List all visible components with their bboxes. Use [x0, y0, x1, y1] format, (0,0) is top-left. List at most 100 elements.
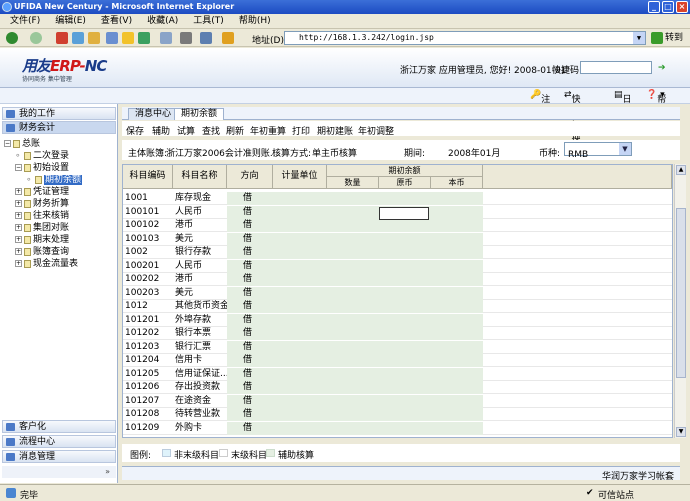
mail-icon[interactable]: [160, 32, 172, 44]
nav-message-management[interactable]: 消息管理: [2, 450, 116, 463]
address-input[interactable]: http://168.1.3.242/login.jsp ▼: [284, 31, 646, 45]
print-button[interactable]: 打印: [292, 124, 310, 137]
stop-icon[interactable]: [56, 32, 68, 44]
auxiliary-button[interactable]: 辅助: [152, 124, 170, 137]
expand-icon[interactable]: +: [15, 200, 22, 207]
collapse-icon[interactable]: −: [15, 164, 22, 171]
menu-help[interactable]: 帮助(H): [229, 14, 276, 29]
table-row[interactable]: 101208 待转营业款 借: [123, 408, 672, 421]
tree-item[interactable]: + 集团对账: [15, 222, 69, 234]
scroll-down-icon[interactable]: ▼: [676, 427, 686, 437]
go-button[interactable]: 转到: [651, 32, 683, 44]
tree-item[interactable]: + 往来核销: [15, 210, 69, 222]
table-row[interactable]: 100103 美元 借: [123, 232, 672, 246]
menu-edit[interactable]: 编辑(E): [45, 14, 91, 29]
header-direction[interactable]: 方向: [227, 165, 273, 189]
minimize-button[interactable]: _: [648, 1, 660, 13]
find-button[interactable]: 查找: [202, 124, 220, 137]
header-code[interactable]: 科目编码: [123, 165, 173, 189]
forward-icon[interactable]: [30, 32, 42, 44]
tree-item[interactable]: − 初始设置: [15, 162, 69, 174]
year-start-recalc-button[interactable]: 年初重算: [250, 124, 286, 137]
expand-icon[interactable]: +: [15, 248, 22, 255]
log-link[interactable]: ▤日志: [614, 90, 632, 118]
back-icon[interactable]: [6, 32, 18, 44]
grid-vertical-scrollbar[interactable]: ▲ ▼: [674, 164, 686, 438]
tab-opening-balance[interactable]: 期初余额: [174, 108, 225, 120]
active-edit-cell[interactable]: [379, 207, 429, 220]
table-row[interactable]: 101205 信用证保证... 借: [123, 367, 672, 381]
tree-item[interactable]: + 现金流量表: [15, 258, 78, 270]
header-quantity[interactable]: 数量: [327, 177, 379, 189]
menu-favorites[interactable]: 收藏(A): [137, 14, 183, 29]
currency-select[interactable]: RMB ▼: [564, 142, 632, 160]
tree-item[interactable]: − 总账: [4, 138, 40, 150]
table-row[interactable]: 101201 外埠存款 借: [123, 313, 672, 327]
help-link[interactable]: ❓帮助 ▾: [646, 90, 666, 118]
tree-item[interactable]: + 账簿查询: [15, 246, 69, 258]
table-row[interactable]: 100102 港币 借: [123, 219, 672, 232]
address-dropdown-icon[interactable]: ▼: [633, 32, 645, 44]
header-name[interactable]: 科目名称: [173, 165, 227, 189]
year-start-adjust-button[interactable]: 年初调整: [358, 124, 394, 137]
currency-dropdown-icon[interactable]: ▼: [619, 143, 631, 155]
table-row[interactable]: 1002 银行存款 借: [123, 246, 672, 259]
tree-item[interactable]: ∘ 二次登录: [15, 150, 69, 162]
nav-my-work[interactable]: 我的工作: [2, 107, 116, 120]
scroll-up-icon[interactable]: ▲: [676, 165, 686, 175]
menu-view[interactable]: 查看(V): [91, 14, 137, 29]
print-icon[interactable]: [180, 32, 192, 44]
tree-item[interactable]: + 凭证管理: [15, 186, 69, 198]
nav-process-center[interactable]: 流程中心: [2, 435, 116, 448]
tab-message-center[interactable]: 消息中心: [128, 108, 179, 120]
table-row[interactable]: 100201 人民币 借: [123, 259, 672, 273]
table-row[interactable]: 101204 信用卡 借: [123, 354, 672, 367]
table-row[interactable]: 101209 外购卡 借: [123, 421, 672, 435]
refresh-button[interactable]: 刷新: [226, 124, 244, 137]
expand-icon[interactable]: +: [15, 236, 22, 243]
tree-item[interactable]: + 期末处理: [15, 234, 69, 246]
header-unit[interactable]: 计量单位: [273, 165, 327, 189]
scroll-thumb[interactable]: [676, 208, 686, 378]
nav-finance[interactable]: 财务会计: [2, 121, 116, 134]
table-row[interactable]: 100203 美元 借: [123, 286, 672, 300]
save-button[interactable]: 保存: [126, 124, 144, 137]
search-icon[interactable]: [106, 32, 118, 44]
table-row[interactable]: 101202 银行本票 借: [123, 327, 672, 340]
table-row[interactable]: 101203 银行汇票 借: [123, 340, 672, 354]
expand-icon[interactable]: +: [15, 224, 22, 231]
close-button[interactable]: ×: [676, 1, 688, 13]
table-row[interactable]: 101206 存出投资款 借: [123, 381, 672, 394]
expand-icon[interactable]: +: [15, 212, 22, 219]
trial-balance-button[interactable]: 试算: [177, 124, 195, 137]
tree-item[interactable]: + 财务折算: [15, 198, 69, 210]
messenger-icon[interactable]: [222, 32, 234, 44]
maximize-button[interactable]: □: [662, 1, 674, 13]
collapse-icon[interactable]: −: [4, 140, 11, 147]
media-icon[interactable]: [138, 32, 150, 44]
menu-tools[interactable]: 工具(T): [183, 14, 229, 29]
quick-code-input[interactable]: [580, 61, 652, 74]
collapse-chevron-icon[interactable]: »: [2, 466, 116, 478]
edit-icon[interactable]: [200, 32, 212, 44]
header-local-currency[interactable]: 本币: [431, 177, 483, 189]
expand-icon[interactable]: +: [15, 188, 22, 195]
quick-go-arrow-icon[interactable]: ➔: [658, 63, 666, 73]
menu-file[interactable]: 文件(F): [0, 14, 45, 29]
book-value[interactable]: 浙江万家2006会计准则账...: [166, 146, 279, 159]
logout-link[interactable]: 🔑注销: [530, 90, 550, 118]
table-row[interactable]: 1012 其他货币资金 借: [123, 300, 672, 313]
header-original-currency[interactable]: 原币: [379, 177, 431, 189]
table-row[interactable]: 101207 在途资金 借: [123, 394, 672, 408]
nav-customize[interactable]: 客户化: [2, 420, 116, 433]
table-row[interactable]: 1001 库存现金 借: [123, 192, 672, 205]
opening-setup-button[interactable]: 期初建账: [317, 124, 353, 137]
refresh-icon[interactable]: [72, 32, 84, 44]
leaf-icon: ∘: [26, 175, 32, 185]
tree-item[interactable]: ∘ 期初余额: [26, 174, 83, 186]
table-row[interactable]: 100202 港币 借: [123, 273, 672, 286]
home-icon[interactable]: [88, 32, 100, 44]
quick-switch-link[interactable]: ⇄快速切换: [564, 90, 581, 144]
expand-icon[interactable]: +: [15, 260, 22, 267]
favorites-icon[interactable]: [122, 32, 134, 44]
